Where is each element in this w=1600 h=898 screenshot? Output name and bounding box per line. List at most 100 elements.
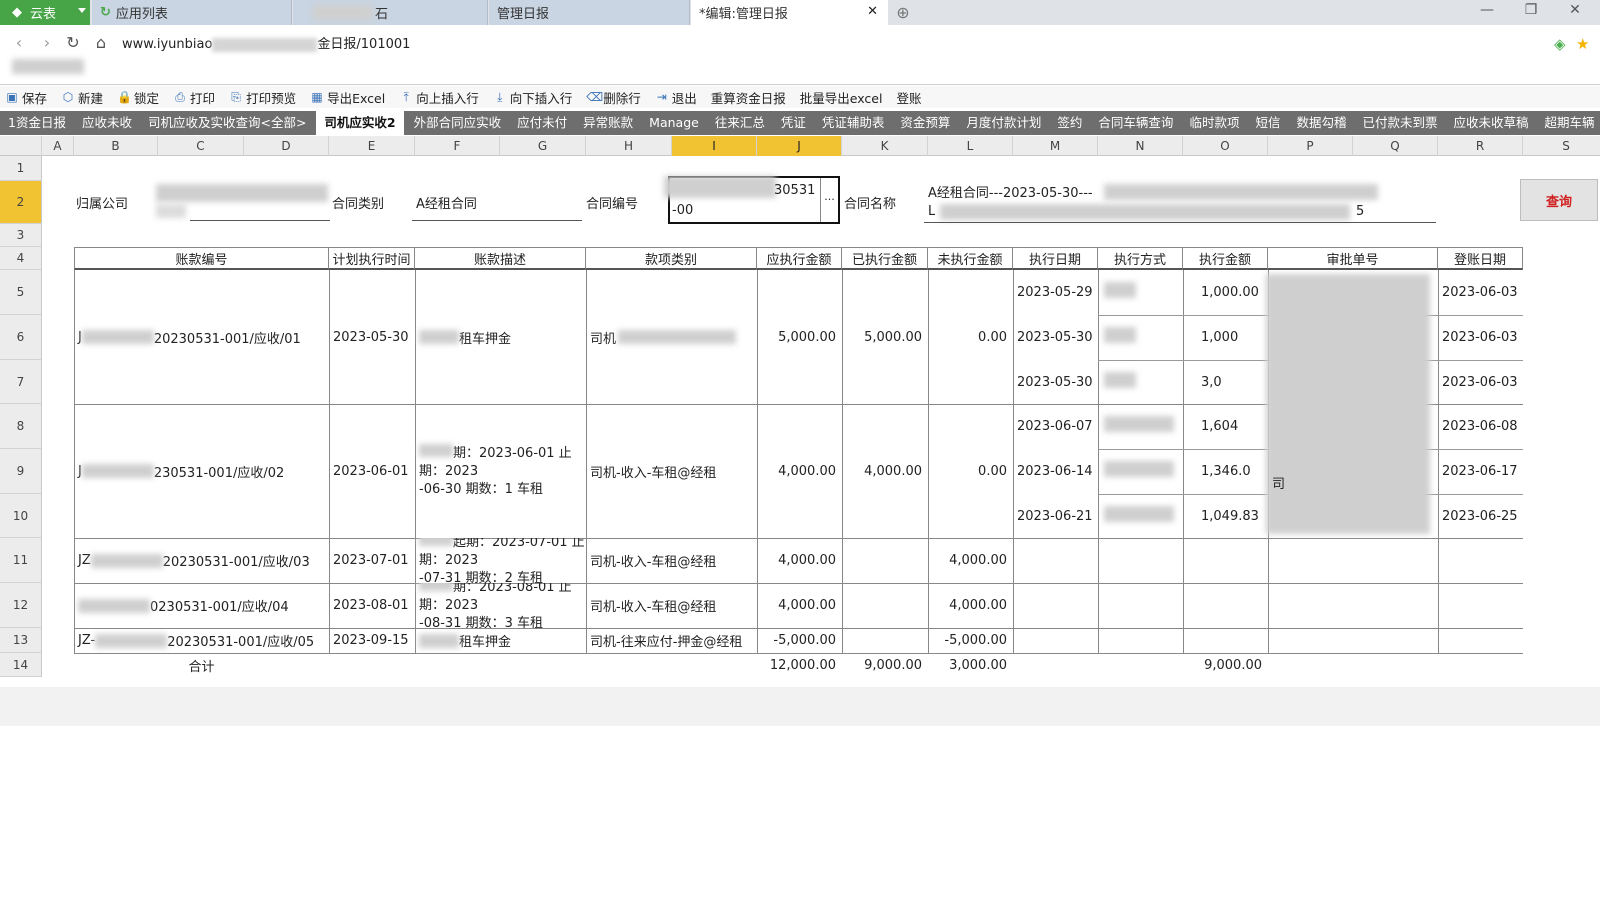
column-header-J[interactable]: J [757,136,842,156]
tab-management-daily[interactable]: 管理日报 [489,0,690,25]
minimize-icon[interactable]: — [1472,2,1502,22]
toolbar-button-10[interactable]: 重算资金日报 [706,88,786,107]
column-header-D[interactable]: D [244,136,329,156]
description-line-1: 起期：2023-07-01 止期：2023 [419,538,586,570]
sheet-tab-12[interactable]: 月度付款计划 [958,111,1049,135]
tab-blurred[interactable]: 石 [293,0,488,25]
sheet-tab-10[interactable]: 凭证辅助表 [814,111,893,135]
sheet-tab-0[interactable]: 1资金日报 [0,111,74,135]
back-icon[interactable]: ‹ [8,32,30,54]
column-header-I[interactable]: I [672,136,757,156]
toolbar-button-9[interactable]: ⇥ 退出 [650,88,697,107]
row-header-5[interactable]: 5 [0,270,42,315]
sheet-tab-5[interactable]: 应付未付 [509,111,575,135]
toolbar-button-6[interactable]: ⤒ 向上插入行 [394,88,479,107]
app-brand-button[interactable]: ◆ 云表 [0,0,90,25]
sheet-tab-17[interactable]: 数据勾稽 [1288,111,1354,135]
row-header-13[interactable]: 13 [0,628,42,653]
column-header-N[interactable]: N [1098,136,1183,156]
sheet-tab-3[interactable]: 司机应实收2 [316,111,404,135]
row-header-4[interactable]: 4 [0,247,42,270]
toolbar-button-7[interactable]: ⤓ 向下插入行 [488,88,572,107]
close-icon[interactable]: ✕ [1560,2,1590,22]
ellipsis-picker-icon[interactable]: ··· [820,178,838,222]
sheet-tab-20[interactable]: 超期车辆 [1537,111,1600,135]
sheet-tab-16[interactable]: 短信 [1247,111,1288,135]
column-header-A[interactable]: A [42,136,74,156]
toolbar-button-0[interactable]: ▣ 保存 [0,88,47,107]
toolbar-button-5[interactable]: ▦ 导出Excel [305,88,385,107]
sheet-tab-9[interactable]: 凭证 [773,111,814,135]
extension-icon[interactable]: ◈ [1554,35,1566,53]
toolbar-button-3[interactable]: ⎙ 打印 [168,88,215,107]
sheet-tab-15[interactable]: 临时款项 [1181,111,1247,135]
sheet-tab-8[interactable]: 往来汇总 [707,111,773,135]
table-header-cell: 登账日期 [1438,247,1523,270]
account-id-cell[interactable]: J 230531-001/应收/02 [74,404,329,538]
company-value-redacted[interactable] [156,184,328,202]
column-header-O[interactable]: O [1183,136,1268,156]
sheet-tab-18[interactable]: 已付款未到票 [1354,111,1445,135]
sheet-tab-2[interactable]: 司机应收及实收查询<全部> [140,111,314,135]
account-id-cell[interactable]: JZ 20230531-001/应收/03 [74,538,329,583]
contract-no-field[interactable]: 30531 -00 ··· [664,176,840,224]
chevron-down-icon[interactable] [78,8,86,13]
column-header-M[interactable]: M [1013,136,1098,156]
column-header-C[interactable]: C [158,136,244,156]
toolbar-button-2[interactable]: 🔒 锁定 [112,88,159,107]
sheet-tab-13[interactable]: 签约 [1049,111,1090,135]
account-id-cell[interactable]: JZ- 20230531-001/应收/05 [74,628,329,653]
column-header-P[interactable]: P [1268,136,1353,156]
row-header-3[interactable]: 3 [0,224,42,247]
sheet-tab-6[interactable]: 异常账款 [575,111,641,135]
sheet-tab-1[interactable]: 应收未收 [74,111,140,135]
tab-edit-management-daily[interactable]: *编辑:管理日报 ✕ [691,0,888,25]
row-header-10[interactable]: 10 [0,494,42,538]
row-header-6[interactable]: 6 [0,315,42,360]
tab-app-list[interactable]: ↻ 应用列表 [92,0,292,25]
toolbar-button-12[interactable]: 登账 [891,88,921,107]
column-header-F[interactable]: F [415,136,500,156]
close-tab-icon[interactable]: ✕ [867,4,878,19]
contract-name-line1[interactable]: A经租合同---2023-05-30--- [928,182,1093,201]
forward-icon[interactable]: › [36,32,58,54]
url-field[interactable]: www.iyunbiao 金日报/101001 [122,33,410,52]
home-icon[interactable]: ⌂ [90,32,112,54]
reload-icon[interactable]: ↻ [62,32,84,54]
column-header-R[interactable]: R [1438,136,1523,156]
row-header-12[interactable]: 12 [0,583,42,628]
row-header-8[interactable]: 8 [0,404,42,449]
row-header-14[interactable]: 14 [0,653,42,677]
contract-type-value[interactable]: A经租合同 [416,192,477,212]
toolbar-button-1[interactable]: ⬡ 新建 [56,88,103,107]
toolbar-button-8[interactable]: ⌫ 删除行 [581,88,641,107]
column-header-G[interactable]: G [500,136,586,156]
account-id-cell[interactable]: 0230531-001/应收/04 [74,583,329,628]
row-header-11[interactable]: 11 [0,538,42,583]
totals-due: 12,000.00 [769,657,836,673]
row-header-9[interactable]: 9 [0,449,42,494]
redacted-mask [156,204,186,218]
account-id-cell[interactable]: J 20230531-001/应收/01 [74,270,329,404]
column-header-H[interactable]: H [586,136,672,156]
sheet-tab-7[interactable]: Manage [641,111,707,135]
restore-icon[interactable]: ❐ [1516,2,1546,22]
row-header-7[interactable]: 7 [0,360,42,404]
column-header-S[interactable]: S [1523,136,1600,156]
toolbar-button-4[interactable]: ⎘ 打印预览 [224,88,296,107]
column-header-Q[interactable]: Q [1353,136,1438,156]
query-button[interactable]: 查询 [1520,179,1598,221]
row-header-2[interactable]: 2 [0,181,42,224]
new-tab-icon[interactable]: ⊕ [892,0,914,25]
column-header-E[interactable]: E [329,136,415,156]
sheet-tab-19[interactable]: 应收未收草稿 [1446,111,1537,135]
sheet-tab-14[interactable]: 合同车辆查询 [1090,111,1181,135]
toolbar-button-11[interactable]: 批量导出excel [795,88,883,107]
row-header-1[interactable]: 1 [0,156,42,181]
sheet-tab-4[interactable]: 外部合同应实收 [406,111,510,135]
column-header-L[interactable]: L [928,136,1013,156]
column-header-K[interactable]: K [842,136,928,156]
favorite-star-icon[interactable]: ★ [1576,35,1589,53]
column-header-B[interactable]: B [74,136,158,156]
sheet-tab-11[interactable]: 资金预算 [892,111,958,135]
